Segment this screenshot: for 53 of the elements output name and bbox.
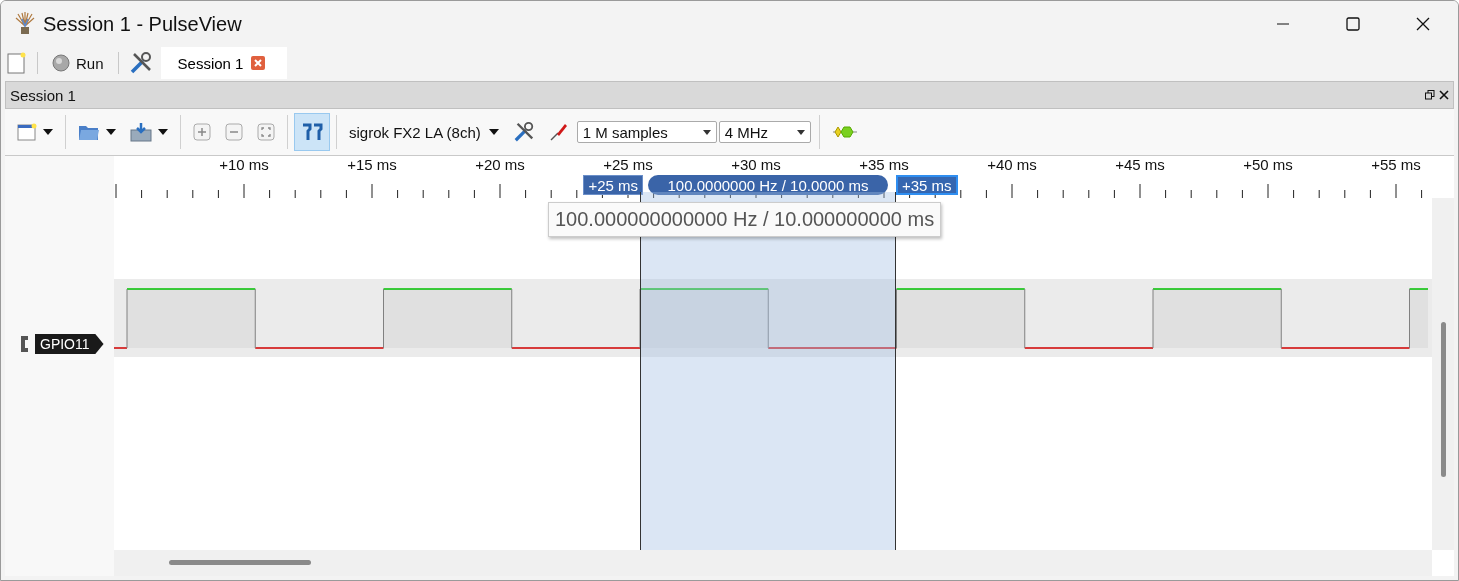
session-tab[interactable]: Session 1 [160,47,288,79]
caret-icon [106,129,116,135]
close-icon [1416,17,1430,31]
ruler-tick-label: +25 ms [603,156,653,173]
ruler-tick-label: +35 ms [859,156,909,173]
ruler-tick-label: +20 ms [475,156,525,173]
ruler-tick-label: +50 ms [1243,156,1293,173]
cursor-flag[interactable]: +35 ms [896,175,958,195]
sample-rate-dropdown[interactable]: 4 MHz [718,121,811,143]
cursor-flag[interactable]: +25 ms [583,175,643,195]
close-icon[interactable] [1439,90,1449,100]
zoom-in-icon [193,123,211,141]
horizontal-scrollbar[interactable] [114,550,1432,576]
ruler-tick-label: +40 ms [987,156,1037,173]
zoom-fit-icon [257,123,275,141]
save-icon [130,122,152,142]
channel-handle-icon[interactable] [19,335,29,353]
channel-label[interactable]: GPIO11 [35,334,104,354]
tools-icon [512,121,535,143]
ruler-tick-label: +15 ms [347,156,397,173]
app-logo-icon [15,12,35,36]
ruler-tick-label: +45 ms [1115,156,1165,173]
vertical-scrollbar[interactable] [1432,198,1454,550]
maximize-icon [1346,17,1360,31]
tools-icon[interactable] [128,51,153,75]
caret-icon [43,129,53,135]
device-selector[interactable]: sigrok FX2 LA (8ch) [343,123,505,141]
circle-icon [52,54,70,72]
probe-icon [548,122,569,142]
caret-icon [158,129,168,135]
folder-icon [78,123,100,141]
decoder-icon [831,126,858,138]
caret-icon [488,129,499,135]
caret-icon [702,129,711,135]
scrollbar-thumb[interactable] [169,560,311,565]
cursors-icon [301,122,323,142]
ruler-tick-label: +30 ms [731,156,781,173]
measurement-tooltip: 100.000000000000 Hz / 10.000000000 ms [548,202,942,237]
window-icon [17,123,37,141]
cursor-span-label[interactable]: 100.0000000 Hz / 10.0000 ms [648,175,888,195]
dock-title: Session 1 [10,86,76,104]
scrollbar-thumb[interactable] [1441,322,1446,477]
new-document-icon[interactable] [7,52,27,74]
float-icon[interactable] [1425,90,1435,100]
sample-count-dropdown[interactable]: 1 M samples [576,121,717,143]
zoom-out-icon [225,123,243,141]
run-button[interactable]: Run [48,51,108,75]
ruler-tick-label: +10 ms [219,156,269,173]
window-title: Session 1 - PulseView [43,12,242,36]
cursor-toggle-button[interactable] [294,113,330,151]
close-tab-icon[interactable] [251,56,266,70]
ruler-tick-label: +55 ms [1371,156,1421,173]
caret-icon [796,129,805,135]
